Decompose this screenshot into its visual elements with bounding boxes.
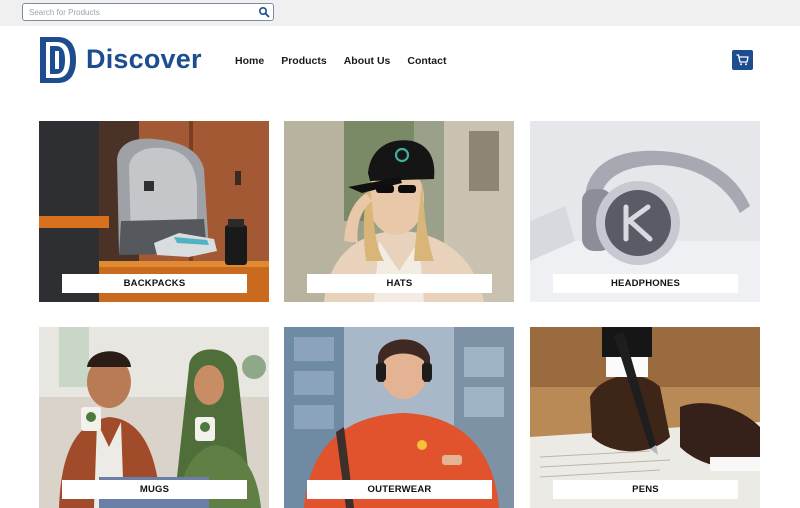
category-card-headphones[interactable]: HEADPHONES (530, 121, 760, 302)
search-box (22, 3, 274, 21)
search-input[interactable] (29, 5, 255, 19)
nav-contact[interactable]: Contact (407, 55, 446, 67)
category-label[interactable]: HATS (307, 274, 492, 293)
category-card-hats[interactable]: HATS (284, 121, 514, 302)
category-card-outerwear[interactable]: OUTERWEAR (284, 327, 514, 508)
main-nav: Home Products About Us Contact (235, 55, 463, 67)
category-label[interactable]: BACKPACKS (62, 274, 247, 293)
site-header: Discover Home Products About Us Contact (0, 26, 800, 98)
category-label[interactable]: PENS (553, 480, 738, 499)
cart-icon (736, 54, 749, 66)
nav-products[interactable]: Products (281, 55, 327, 67)
category-label[interactable]: MUGS (62, 480, 247, 499)
category-label[interactable]: HEADPHONES (553, 274, 738, 293)
cart-button[interactable] (732, 50, 753, 70)
logo-icon[interactable] (38, 35, 78, 85)
nav-about-us[interactable]: About Us (344, 55, 391, 67)
top-bar (0, 0, 800, 26)
brand-name[interactable]: Discover (86, 44, 202, 75)
category-card-pens[interactable]: PENS (530, 327, 760, 508)
category-label[interactable]: OUTERWEAR (307, 480, 492, 499)
category-card-backpacks[interactable]: BACKPACKS (39, 121, 269, 302)
search-icon[interactable] (258, 6, 270, 18)
category-card-mugs[interactable]: MUGS (39, 327, 269, 508)
nav-home[interactable]: Home (235, 55, 264, 67)
